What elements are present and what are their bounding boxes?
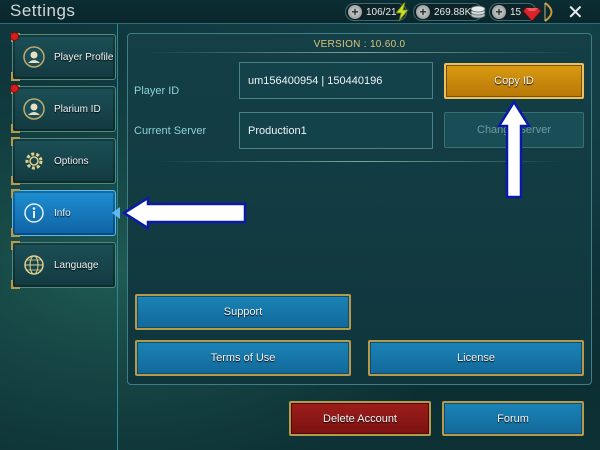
terms-of-use-button[interactable]: Terms of Use — [135, 340, 351, 376]
sidebar-item-label: Player Profile — [54, 51, 114, 63]
copy-id-button[interactable]: Copy ID — [444, 63, 584, 99]
delete-account-button[interactable]: Delete Account — [289, 401, 431, 436]
user-circle-icon — [22, 97, 46, 121]
silver-counter[interactable]: + 269.88K — [413, 3, 486, 21]
gem-value: 15 — [510, 6, 522, 18]
add-energy-icon[interactable]: + — [348, 5, 362, 19]
silver-value: 269.88K — [434, 6, 472, 18]
annotation-arrow-left-icon — [122, 196, 247, 230]
player-id-label: Player ID — [134, 85, 180, 97]
globe-icon — [22, 253, 46, 277]
sidebar-item-label: Options — [54, 155, 89, 167]
forum-button[interactable]: Forum — [442, 401, 584, 436]
sidebar-item-label: Language — [54, 259, 99, 271]
page-title: Settings — [10, 1, 76, 20]
info-icon — [22, 201, 46, 225]
current-server-label: Current Server — [134, 125, 207, 137]
top-bar: Settings + 106/21 + 269.88K + 15 ✕ — [0, 0, 600, 24]
close-icon[interactable]: ✕ — [567, 0, 584, 25]
annotation-arrow-up-icon — [497, 100, 531, 199]
silver-coins-icon — [470, 5, 486, 19]
energy-counter[interactable]: + 106/21 — [345, 2, 409, 22]
gem-counter[interactable]: + 15 — [489, 3, 542, 22]
notification-dot — [10, 32, 19, 41]
sidebar-item-plarium-id[interactable]: Plarium ID — [11, 85, 116, 133]
notification-dot — [10, 84, 19, 93]
user-circle-icon — [22, 45, 46, 69]
version-label: VERSION : 10.60.0 — [313, 39, 406, 50]
license-button[interactable]: License — [368, 340, 584, 376]
energy-bolt-icon — [395, 2, 409, 22]
sidebar: Player Profile Plarium ID Options Info L… — [0, 24, 120, 450]
divider — [148, 52, 573, 53]
sidebar-item-player-profile[interactable]: Player Profile — [11, 33, 116, 81]
add-gems-icon[interactable]: + — [492, 5, 506, 19]
player-id-field: um156400954 | 150440196 — [239, 62, 433, 99]
ruby-gem-icon — [522, 7, 542, 22]
gear-icon — [22, 149, 46, 173]
support-button[interactable]: Support — [135, 294, 351, 330]
sidebar-item-info[interactable]: Info — [11, 189, 116, 237]
sidebar-item-label: Info — [54, 207, 71, 219]
active-tab-indicator-icon — [112, 207, 120, 219]
sidebar-item-label: Plarium ID — [54, 103, 101, 115]
bow-icon — [544, 2, 553, 22]
current-server-field: Production1 — [239, 112, 433, 149]
add-silver-icon[interactable]: + — [416, 5, 430, 19]
sidebar-item-language[interactable]: Language — [11, 241, 116, 289]
sidebar-item-options[interactable]: Options — [11, 137, 116, 185]
